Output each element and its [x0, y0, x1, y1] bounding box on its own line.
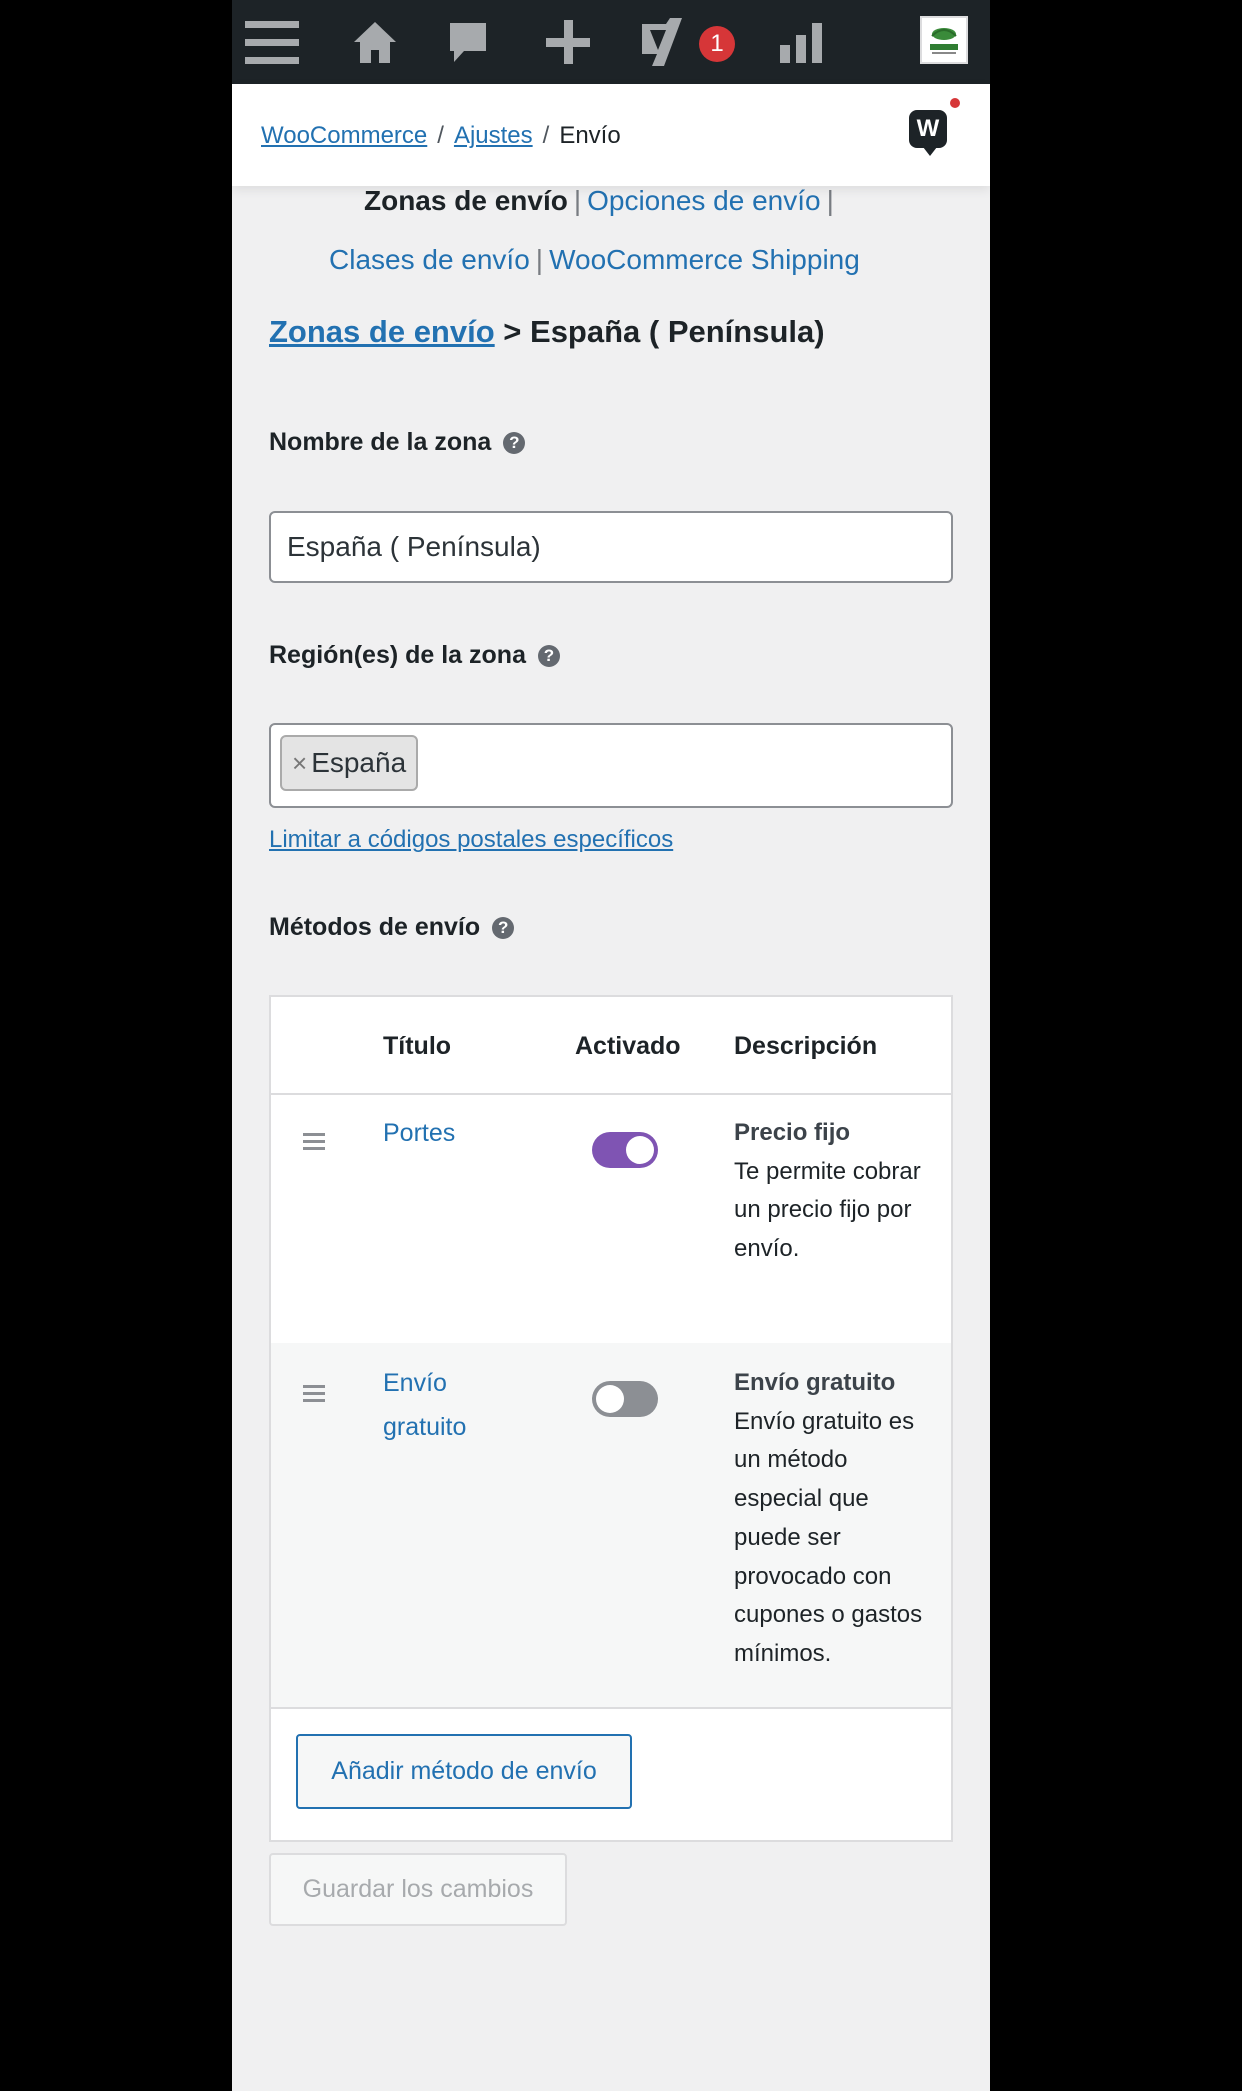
remove-region-icon[interactable]: ×: [292, 748, 307, 778]
column-header-title: Título: [383, 1032, 452, 1060]
site-logo-avatar[interactable]: [920, 16, 968, 64]
new-content-icon[interactable]: [543, 0, 593, 84]
zones-back-link[interactable]: Zonas de envío: [269, 314, 495, 349]
stats-icon[interactable]: [777, 0, 827, 84]
breadcrumb-separator: /: [437, 122, 444, 149]
breadcrumb-woocommerce[interactable]: WooCommerce: [261, 122, 427, 149]
method-description: Precio fijo Te permite cobrar un precio …: [734, 1119, 921, 1263]
zone-name-input[interactable]: [269, 511, 953, 583]
region-chip-label: España: [311, 747, 407, 778]
region-chip: × España: [280, 735, 419, 791]
notification-dot: [950, 98, 960, 108]
breadcrumb-current: Envío: [559, 122, 621, 149]
shipping-methods-table: Título Activado Descripción Portes Preci…: [269, 995, 953, 1842]
shipping-subnav-line2: Clases de envío | WooCommerce Shipping: [329, 244, 860, 275]
breadcrumb-ajustes[interactable]: Ajustes: [454, 122, 533, 149]
shipping-methods-label: Métodos de envío?: [269, 913, 515, 942]
method-title-link[interactable]: Envío gratuito: [383, 1361, 533, 1449]
notification-badge: 1: [699, 26, 735, 62]
method-description: Envío gratuito Envío gratuito es un méto…: [734, 1369, 923, 1667]
zone-name-label: Nombre de la zona?: [269, 428, 526, 457]
screen: 1 WooCommerce / Ajustes / Envío W Zonas de e…: [232, 0, 990, 2091]
method-enabled-toggle[interactable]: [592, 1381, 658, 1417]
page-title: Zonas de envío > España ( Península): [269, 314, 825, 350]
zone-regions-label: Región(es) de la zona?: [269, 641, 560, 670]
table-row: Envío gratuito Envío gratuito Envío grat…: [271, 1343, 951, 1707]
drag-handle-icon[interactable]: [303, 1133, 325, 1154]
home-icon[interactable]: [350, 0, 400, 84]
column-header-description: Descripción: [734, 1032, 878, 1060]
menu-icon[interactable]: [244, 0, 300, 84]
save-changes-button[interactable]: Guardar los cambios: [269, 1853, 567, 1926]
help-icon[interactable]: ?: [503, 432, 526, 455]
admin-bar: 1: [232, 0, 990, 84]
method-title-link[interactable]: Portes: [383, 1111, 533, 1155]
zone-heading-current: > España ( Península): [503, 314, 825, 349]
column-header-enabled: Activado: [575, 1032, 681, 1060]
subnav-link-woocommerce-shipping[interactable]: WooCommerce Shipping: [549, 244, 860, 275]
help-icon[interactable]: ?: [537, 645, 560, 668]
limit-postcodes-link[interactable]: Limitar a códigos postales específicos: [269, 826, 673, 854]
drag-handle-icon[interactable]: [303, 1385, 325, 1406]
comments-icon[interactable]: [445, 0, 491, 84]
breadcrumb: WooCommerce / Ajustes / Envío: [261, 122, 621, 150]
help-icon[interactable]: ?: [492, 917, 515, 940]
yoast-icon[interactable]: [637, 0, 687, 84]
table-row: Portes Precio fijo Te permite cobrar un …: [271, 1095, 951, 1343]
woocommerce-header: WooCommerce / Ajustes / Envío W: [232, 84, 990, 186]
breadcrumb-separator: /: [542, 122, 550, 149]
zone-regions-select[interactable]: × España: [269, 723, 953, 808]
subnav-link-shipping-classes[interactable]: Clases de envío: [329, 244, 530, 275]
add-shipping-method-button[interactable]: Añadir método de envío: [296, 1734, 632, 1809]
shipping-subnav-line1: Zonas de envío | Opciones de envío |: [364, 185, 834, 216]
subnav-link-shipping-options[interactable]: Opciones de envío: [587, 185, 821, 216]
method-enabled-toggle[interactable]: [592, 1132, 658, 1168]
help-bubble-icon[interactable]: W: [909, 110, 947, 156]
subnav-current-zones: Zonas de envío: [364, 185, 568, 216]
